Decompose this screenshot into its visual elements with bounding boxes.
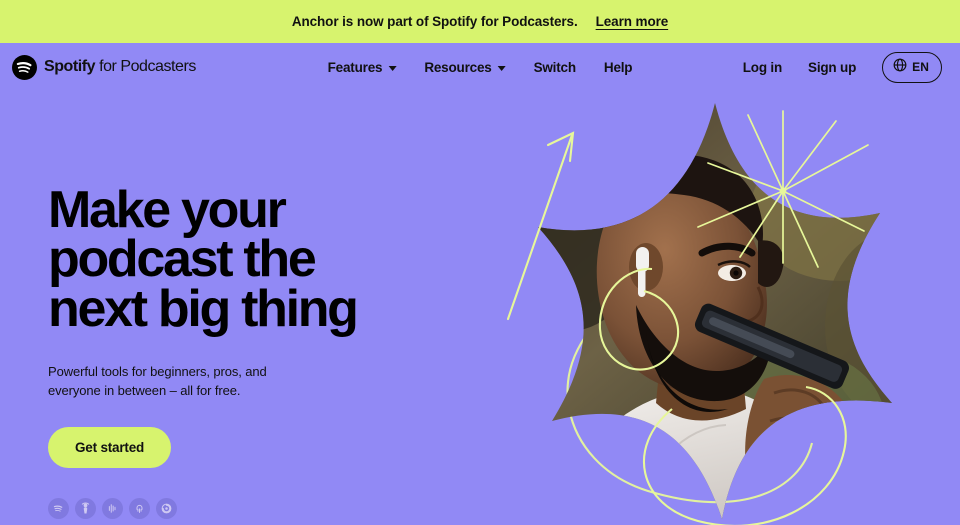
google-podcasts-icon[interactable] [129, 497, 150, 519]
spotify-icon[interactable] [48, 497, 69, 519]
brand-name-bold: Spotify [44, 58, 96, 75]
login-link[interactable]: Log in [743, 60, 782, 75]
chevron-down-icon [388, 65, 397, 71]
hero-copy: Make your podcast the next big thing Pow… [48, 181, 408, 525]
chevron-down-icon [497, 65, 506, 71]
nav-item-help[interactable]: Help [603, 59, 633, 75]
announcement-banner: Anchor is now part of Spotify for Podcas… [0, 0, 960, 43]
apple-podcasts-icon[interactable] [75, 497, 96, 519]
main-navbar: Spotify for Podcasters Features Resource… [0, 43, 960, 91]
announcement-learn-more-link[interactable]: Learn more [596, 14, 669, 29]
page-root: Anchor is now part of Spotify for Podcas… [0, 0, 960, 525]
brand-name: Spotify for Podcasters [44, 58, 196, 76]
signup-link[interactable]: Sign up [808, 60, 856, 75]
get-started-button[interactable]: Get started [48, 426, 172, 468]
nav-item-help-label: Help [603, 59, 633, 75]
language-code: EN [912, 60, 929, 74]
hero-subheadline: Powerful tools for beginners, pros, and … [48, 364, 267, 399]
nav-item-resources-label: Resources [424, 59, 492, 75]
amazon-music-icon[interactable] [102, 497, 123, 519]
nav-actions: Log in Sign up EN [743, 51, 942, 83]
page-title: Make your podcast the next big thing [48, 181, 359, 338]
brand-name-light: for Podcasters [95, 58, 196, 75]
nav-item-switch-label: Switch [533, 59, 577, 75]
nav-item-switch[interactable]: Switch [533, 59, 577, 75]
nav-item-features[interactable]: Features [328, 60, 397, 75]
announcement-text: Anchor is now part of Spotify for Podcas… [291, 14, 578, 29]
primary-nav: Features Resources Switch Help [328, 60, 633, 75]
nav-item-features-label: Features [327, 59, 383, 75]
nav-item-resources[interactable]: Resources [424, 59, 506, 75]
distribution-platform-list [48, 497, 408, 519]
brand-logo-link[interactable]: Spotify for Podcasters [12, 54, 196, 80]
hero-section: Make your podcast the next big thing Pow… [0, 91, 960, 525]
spotify-logo-icon [12, 54, 37, 80]
globe-icon [893, 58, 907, 77]
pocket-casts-icon[interactable] [156, 497, 177, 519]
language-selector[interactable]: EN [882, 51, 942, 83]
hero-illustration [440, 91, 960, 525]
